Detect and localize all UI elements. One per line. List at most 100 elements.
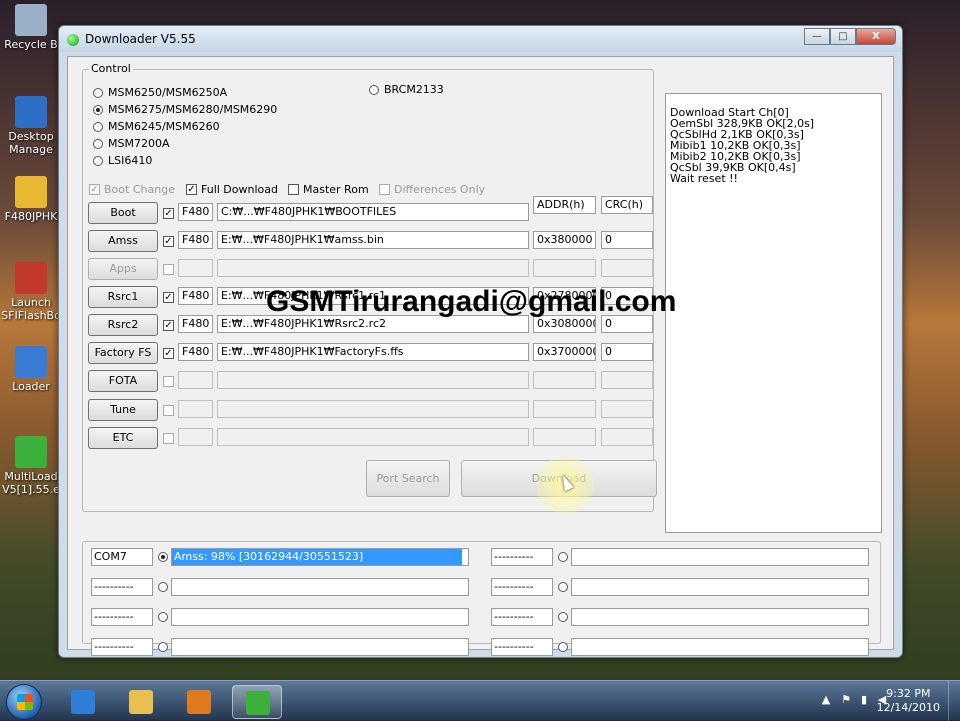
- desktop-shortcut-label: MultiLoad V5[1].55.e: [2, 470, 60, 496]
- crc-field[interactable]: 0: [601, 343, 653, 361]
- crc-field[interactable]: [601, 400, 653, 418]
- radio-indicator: [369, 84, 379, 95]
- close-button[interactable]: X: [856, 28, 896, 45]
- model-field[interactable]: [178, 371, 213, 389]
- checkbox-label: Full Download: [201, 183, 278, 196]
- partition-checkbox[interactable]: [163, 405, 174, 416]
- show-desktop-button[interactable]: [948, 681, 960, 721]
- partition-checkbox[interactable]: ✓: [163, 208, 174, 219]
- desktop-shortcut[interactable]: Recycle B: [0, 4, 62, 51]
- addr-field[interactable]: 0x380000: [533, 231, 596, 249]
- model-field[interactable]: [178, 259, 213, 277]
- crc-field[interactable]: [601, 259, 653, 277]
- checkbox-label: Boot Change: [104, 183, 175, 196]
- partition-button[interactable]: Factory FS: [88, 342, 158, 364]
- partition-button[interactable]: Boot: [88, 202, 158, 224]
- port-radio[interactable]: [558, 612, 568, 622]
- desktop-shortcut-label: Loader: [12, 380, 50, 393]
- port-radio[interactable]: [158, 582, 168, 592]
- partition-checkbox[interactable]: ✓: [163, 292, 174, 303]
- checkbox-box: ✓: [89, 184, 100, 195]
- model-field[interactable]: F480: [178, 203, 213, 221]
- partition-checkbox[interactable]: ✓: [163, 236, 174, 247]
- model-field[interactable]: [178, 428, 213, 446]
- partition-button[interactable]: Rsrc1: [88, 286, 158, 308]
- crc-field[interactable]: [601, 371, 653, 389]
- addr-field[interactable]: [533, 371, 596, 389]
- port-search-button[interactable]: Port Search: [366, 460, 450, 497]
- model-field[interactable]: F480: [178, 231, 213, 249]
- taskbar-button[interactable]: [174, 685, 224, 719]
- port-radio[interactable]: [158, 612, 168, 622]
- network-icon[interactable]: ▮: [858, 694, 870, 706]
- port-label: COM7: [91, 548, 153, 566]
- flag-icon[interactable]: ⚑: [840, 694, 852, 706]
- addr-field[interactable]: [533, 400, 596, 418]
- chevron-up-icon[interactable]: ▲: [820, 694, 832, 706]
- desktop-shortcut[interactable]: F480JPHK: [0, 176, 62, 223]
- model-field[interactable]: F480: [178, 315, 213, 333]
- desktop-shortcut[interactable]: MultiLoad V5[1].55.e: [0, 436, 62, 496]
- title-bar[interactable]: Downloader V5.55 — □ X: [59, 26, 902, 52]
- port-radio[interactable]: [558, 552, 568, 562]
- addr-field[interactable]: [533, 259, 596, 277]
- differences-only-checkbox[interactable]: Differences Only: [379, 183, 485, 196]
- addr-field[interactable]: 0x3700000: [533, 343, 596, 361]
- partition-button[interactable]: Amss: [88, 230, 158, 252]
- desktop-shortcut[interactable]: Launch SFIFlashBo: [0, 262, 62, 322]
- partition-button[interactable]: Tune: [88, 399, 158, 421]
- windows-logo-icon: [17, 694, 33, 710]
- master-rom-checkbox[interactable]: Master Rom: [288, 183, 369, 196]
- checkbox-label: Master Rom: [303, 183, 369, 196]
- partition-checkbox[interactable]: [163, 376, 174, 387]
- path-field[interactable]: [217, 428, 529, 446]
- chipset-radio[interactable]: MSM6275/MSM6280/MSM6290: [93, 103, 277, 116]
- chipset-radio[interactable]: BRCM2133: [369, 83, 444, 96]
- path-field[interactable]: E:₩...₩F480JPHK1₩FactoryFs.ffs: [217, 343, 529, 361]
- chipset-label: MSM7200A: [108, 137, 170, 150]
- desktop-shortcut[interactable]: Desktop Manage: [0, 96, 62, 156]
- partition-button[interactable]: FOTA: [88, 370, 158, 392]
- clock[interactable]: 9:32 PM 12/14/2010: [877, 687, 940, 715]
- chipset-radio[interactable]: MSM6245/MSM6260: [93, 120, 220, 133]
- chipset-label: BRCM2133: [384, 83, 444, 96]
- partition-button[interactable]: Apps: [88, 258, 158, 280]
- port-radio[interactable]: [558, 582, 568, 592]
- crc-field[interactable]: 0: [601, 231, 653, 249]
- chipset-radio[interactable]: LSI6410: [93, 154, 152, 167]
- port-progress-bar: [571, 548, 869, 566]
- model-field[interactable]: F480: [178, 343, 213, 361]
- maximize-button[interactable]: □: [830, 28, 856, 45]
- port-radio[interactable]: [158, 642, 168, 652]
- crc-field[interactable]: [601, 428, 653, 446]
- partition-button[interactable]: Rsrc2: [88, 314, 158, 336]
- port-radio[interactable]: [158, 552, 168, 562]
- partition-checkbox[interactable]: ✓: [163, 320, 174, 331]
- taskbar-button[interactable]: [116, 685, 166, 719]
- minimize-button[interactable]: —: [804, 28, 830, 45]
- partition-checkbox[interactable]: [163, 433, 174, 444]
- port-label: ----------: [91, 638, 153, 656]
- taskbar-button[interactable]: [232, 685, 282, 719]
- path-field[interactable]: E:₩...₩F480JPHK1₩amss.bin: [217, 231, 529, 249]
- path-field[interactable]: [217, 371, 529, 389]
- full-download-checkbox[interactable]: ✓ Full Download: [186, 183, 278, 196]
- chipset-radio[interactable]: MSM7200A: [93, 137, 169, 150]
- partition-checkbox[interactable]: [163, 264, 174, 275]
- partition-button[interactable]: ETC: [88, 427, 158, 449]
- taskbar-button[interactable]: [58, 685, 108, 719]
- port-label: ----------: [491, 548, 553, 566]
- start-button[interactable]: [6, 684, 42, 720]
- addr-field[interactable]: [533, 428, 596, 446]
- chipset-radio[interactable]: MSM6250/MSM6250A: [93, 86, 227, 99]
- partition-checkbox[interactable]: ✓: [163, 348, 174, 359]
- model-field[interactable]: [178, 400, 213, 418]
- downloader-window: Downloader V5.55 — □ X Control MSM6250/M…: [58, 25, 903, 658]
- port-radio[interactable]: [558, 642, 568, 652]
- path-field[interactable]: C:₩...₩F480JPHK1₩BOOTFILES: [217, 203, 529, 221]
- path-field[interactable]: [217, 259, 529, 277]
- model-field[interactable]: F480: [178, 287, 213, 305]
- desktop-shortcut[interactable]: Loader: [0, 346, 62, 393]
- path-field[interactable]: [217, 400, 529, 418]
- boot-change-checkbox[interactable]: ✓ Boot Change: [89, 183, 175, 196]
